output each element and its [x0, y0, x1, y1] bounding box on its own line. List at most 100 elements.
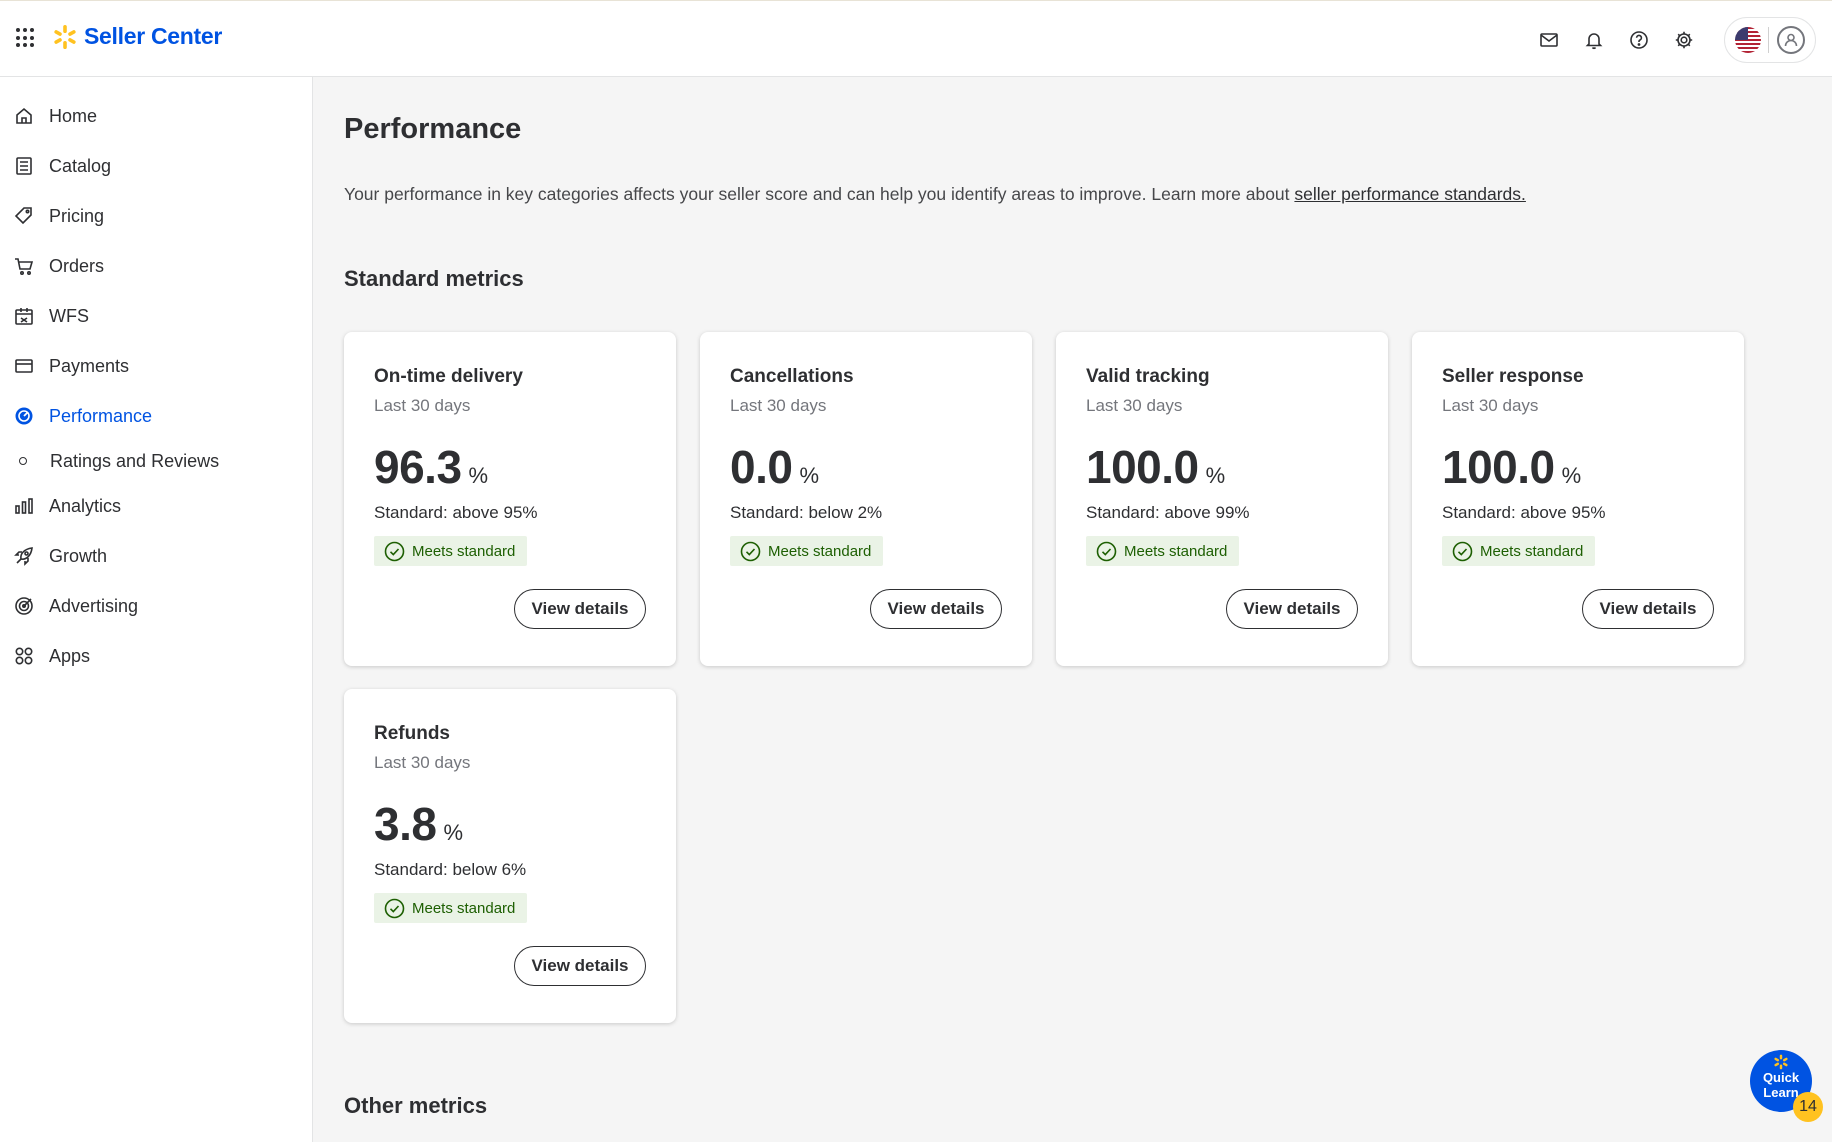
- check-circle-icon: [740, 541, 761, 561]
- sidebar-item-growth[interactable]: Growth: [0, 531, 312, 581]
- check-circle-icon: [1096, 541, 1117, 561]
- sidebar-item-payments[interactable]: Payments: [0, 341, 312, 391]
- card-period: Last 30 days: [1442, 396, 1539, 415]
- card-standard: Standard: above 99%: [1086, 503, 1250, 522]
- tag-icon: [14, 206, 34, 226]
- metric-value: 3.8: [374, 798, 437, 850]
- sidebar-item-analytics[interactable]: Analytics: [0, 481, 312, 531]
- view-details-button[interactable]: View details: [514, 946, 646, 986]
- intro-text: Your performance in key categories affec…: [344, 184, 1526, 205]
- card-value: 100.0%: [1086, 440, 1225, 494]
- sidebar-item-label: Orders: [49, 255, 105, 276]
- view-details-button[interactable]: View details: [870, 589, 1002, 629]
- gauge-icon: [14, 406, 34, 426]
- sidebar-subitem-label: Ratings and Reviews: [50, 450, 220, 471]
- card-period: Last 30 days: [730, 396, 827, 415]
- card-period: Last 30 days: [374, 753, 471, 772]
- seller-center-logo[interactable]: Seller Center: [52, 23, 222, 50]
- sidebar-item-catalog[interactable]: Catalog: [0, 141, 312, 191]
- card-icon: [14, 356, 34, 376]
- status-badge: Meets standard: [1442, 536, 1596, 566]
- sidebar-item-orders[interactable]: Orders: [0, 241, 312, 291]
- card-title: Seller response: [1442, 366, 1584, 387]
- gear-icon[interactable]: [1661, 17, 1706, 62]
- status-text: Meets standard: [412, 899, 516, 917]
- status-text: Meets standard: [768, 542, 872, 560]
- bullet-icon: [19, 457, 27, 465]
- spark-icon: [1774, 1054, 1788, 1070]
- spark-logo-icon: [54, 24, 76, 49]
- card-period: Last 30 days: [1086, 396, 1183, 415]
- quick-learn-label-1: Quick: [1762, 1070, 1800, 1085]
- check-circle-icon: [384, 541, 405, 561]
- card-standard: Standard: below 6%: [374, 860, 527, 879]
- intro-body: Your performance in key categories affec…: [344, 184, 1290, 204]
- status-badge: Meets standard: [730, 536, 884, 566]
- app-title: Seller Center: [84, 23, 222, 49]
- sidebar-item-apps[interactable]: Apps: [0, 631, 312, 681]
- account-menu[interactable]: [1724, 16, 1816, 63]
- sidebar-item-wfs[interactable]: WFS: [0, 291, 312, 341]
- card-standard: Standard: below 2%: [730, 503, 883, 522]
- card-value: 0.0%: [730, 440, 819, 494]
- warehouse-icon: [14, 306, 34, 326]
- card-title: Cancellations: [730, 366, 854, 387]
- card-title: On-time delivery: [374, 366, 523, 387]
- metric-unit: %: [443, 820, 464, 845]
- card-value: 100.0%: [1442, 440, 1581, 494]
- apps-grid-icon[interactable]: [16, 28, 36, 48]
- top-header: Seller Center: [0, 0, 1832, 77]
- sidebar-item-label: Pricing: [49, 205, 105, 226]
- check-circle-icon: [384, 898, 405, 918]
- bell-icon[interactable]: [1571, 17, 1616, 62]
- card-title: Valid tracking: [1086, 366, 1210, 387]
- metric-unit: %: [799, 463, 820, 488]
- status-badge: Meets standard: [374, 536, 528, 566]
- sidebar-item-label: WFS: [49, 305, 89, 326]
- metric-card-seller-response: Seller response Last 30 days 100.0% Stan…: [1412, 332, 1744, 666]
- metric-unit: %: [1205, 463, 1226, 488]
- metric-card-refunds: Refunds Last 30 days 3.8% Standard: belo…: [344, 689, 676, 1023]
- home-icon: [14, 106, 34, 126]
- card-period: Last 30 days: [374, 396, 471, 415]
- metric-unit: %: [1561, 463, 1582, 488]
- mail-icon[interactable]: [1526, 17, 1571, 62]
- sidebar-item-label: Analytics: [49, 495, 122, 516]
- metric-value: 100.0: [1442, 441, 1555, 493]
- sidebar-subitem-ratings-reviews[interactable]: Ratings and Reviews: [0, 441, 312, 481]
- card-standard: Standard: above 95%: [374, 503, 538, 522]
- rocket-icon: [14, 546, 34, 566]
- sidebar-item-label: Payments: [49, 355, 130, 376]
- metric-card-on-time-delivery: On-time delivery Last 30 days 96.3% Stan…: [344, 332, 676, 666]
- sidebar-item-home[interactable]: Home: [0, 91, 312, 141]
- metric-value: 96.3: [374, 441, 462, 493]
- sidebar: Home Catalog Pricing Orders WFS Payments…: [0, 77, 313, 1142]
- page-title: Performance: [344, 113, 522, 145]
- bar-chart-icon: [14, 496, 34, 516]
- sidebar-item-label: Performance: [49, 405, 153, 426]
- status-text: Meets standard: [412, 542, 516, 560]
- help-icon[interactable]: [1616, 17, 1661, 62]
- user-avatar-icon: [1777, 25, 1806, 54]
- sidebar-item-label: Advertising: [49, 595, 139, 616]
- seller-performance-standards-link[interactable]: seller performance standards.: [1294, 184, 1526, 204]
- notification-count-badge[interactable]: 14: [1793, 1092, 1823, 1122]
- card-title: Refunds: [374, 723, 450, 744]
- card-value: 96.3%: [374, 440, 488, 494]
- view-details-button[interactable]: View details: [1582, 589, 1714, 629]
- sidebar-item-performance[interactable]: Performance: [0, 391, 312, 441]
- view-details-button[interactable]: View details: [514, 589, 646, 629]
- us-flag-icon: [1734, 26, 1761, 53]
- sidebar-item-label: Apps: [49, 645, 91, 666]
- view-details-button[interactable]: View details: [1226, 589, 1358, 629]
- sidebar-item-pricing[interactable]: Pricing: [0, 191, 312, 241]
- card-standard: Standard: above 95%: [1442, 503, 1606, 522]
- target-icon: [14, 596, 34, 616]
- status-text: Meets standard: [1124, 542, 1228, 560]
- metric-unit: %: [468, 463, 489, 488]
- sidebar-item-label: Home: [49, 105, 98, 126]
- metric-value: 0.0: [730, 441, 793, 493]
- apps-icon: [14, 646, 34, 666]
- cart-icon: [14, 256, 34, 276]
- sidebar-item-advertising[interactable]: Advertising: [0, 581, 312, 631]
